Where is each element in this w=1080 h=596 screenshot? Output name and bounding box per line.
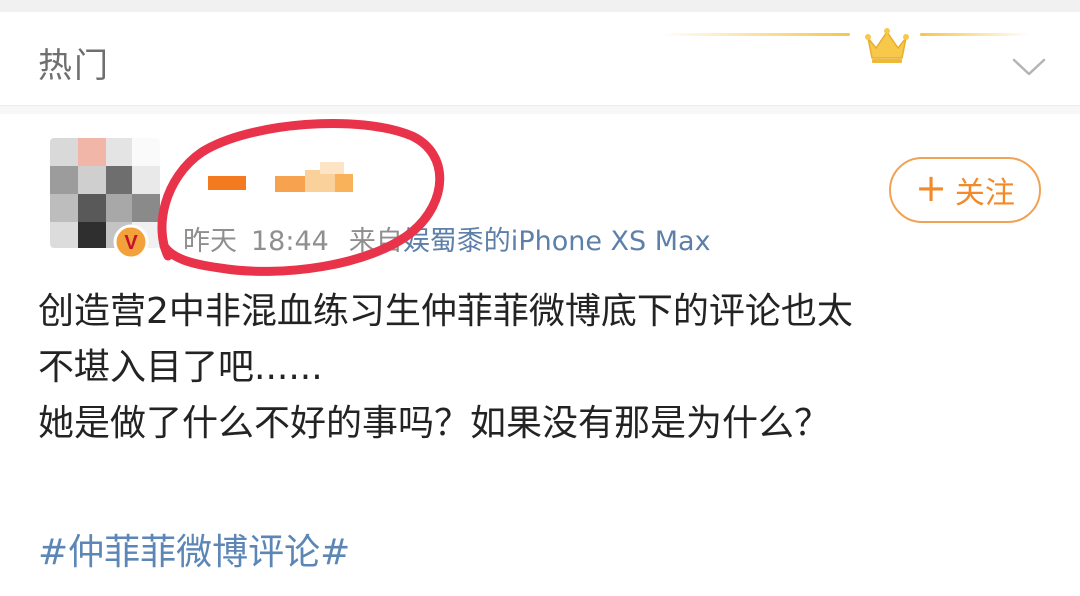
- verified-badge-letter: V: [124, 232, 138, 254]
- plus-icon: +: [915, 166, 947, 210]
- avatar-mosaic-cell: [78, 222, 106, 248]
- avatar-mosaic-cell: [78, 166, 106, 194]
- avatar-mosaic-cell: [50, 138, 78, 166]
- section-separator: [0, 106, 1080, 114]
- avatar-mosaic-cell: [106, 138, 134, 166]
- status-strip: [0, 0, 1080, 12]
- crown-icon: [865, 28, 909, 63]
- avatar-mosaic-cell: [132, 138, 160, 166]
- avatar-mosaic-cell: [132, 194, 160, 222]
- avatar-mosaic-cell: [78, 138, 106, 166]
- post-date: 昨天: [183, 226, 237, 257]
- avatar-mosaic-cell: [132, 166, 160, 194]
- avatar-mosaic-cell: [50, 194, 78, 222]
- verified-badge-icon: V: [113, 224, 149, 260]
- username-mosaic-cell: [335, 174, 353, 192]
- post-text-line: 不堪入目了吧......: [38, 347, 323, 388]
- avatar-mosaic-cell: [50, 166, 78, 194]
- gold-decor-line-right: [920, 33, 1030, 36]
- post-text-line: 她是做了什么不好的事吗？如果没有那是为什么？: [38, 403, 831, 444]
- chevron-down-icon[interactable]: [1010, 54, 1048, 80]
- username-mosaic-cell: [320, 162, 344, 174]
- follow-button-label: 关注: [954, 176, 1015, 211]
- post-source-device[interactable]: 娱蜀黍的iPhone XS Max: [403, 226, 711, 257]
- post-body: 创造营2中非混血练习生仲菲菲微博底下的评论也太 不堪入目了吧...... 她是做…: [38, 284, 1048, 452]
- post-text-line: 创造营2中非混血练习生仲菲菲微博底下的评论也太: [38, 291, 853, 332]
- post-time: 18:44: [251, 226, 329, 257]
- hashtag-link[interactable]: #仲菲菲微博评论#: [38, 523, 350, 575]
- avatar-mosaic-cell: [106, 194, 134, 222]
- username-mosaic-cell: [275, 176, 305, 192]
- tab-bar: 热门: [0, 12, 1080, 106]
- username-obscured[interactable]: [180, 160, 380, 200]
- follow-button[interactable]: + 关注: [889, 157, 1041, 223]
- avatar-mosaic-cell: [50, 222, 78, 248]
- username-mosaic-cell: [208, 176, 246, 190]
- post-source-label: 来自: [348, 226, 403, 257]
- avatar-mosaic-cell: [106, 166, 134, 194]
- gold-decor-line-left: [660, 33, 850, 36]
- avatar-mosaic-cell: [78, 194, 106, 222]
- post-meta: 昨天 18:44 来自娱蜀黍的iPhone XS Max: [183, 219, 711, 258]
- tab-hot[interactable]: 热门: [38, 38, 110, 87]
